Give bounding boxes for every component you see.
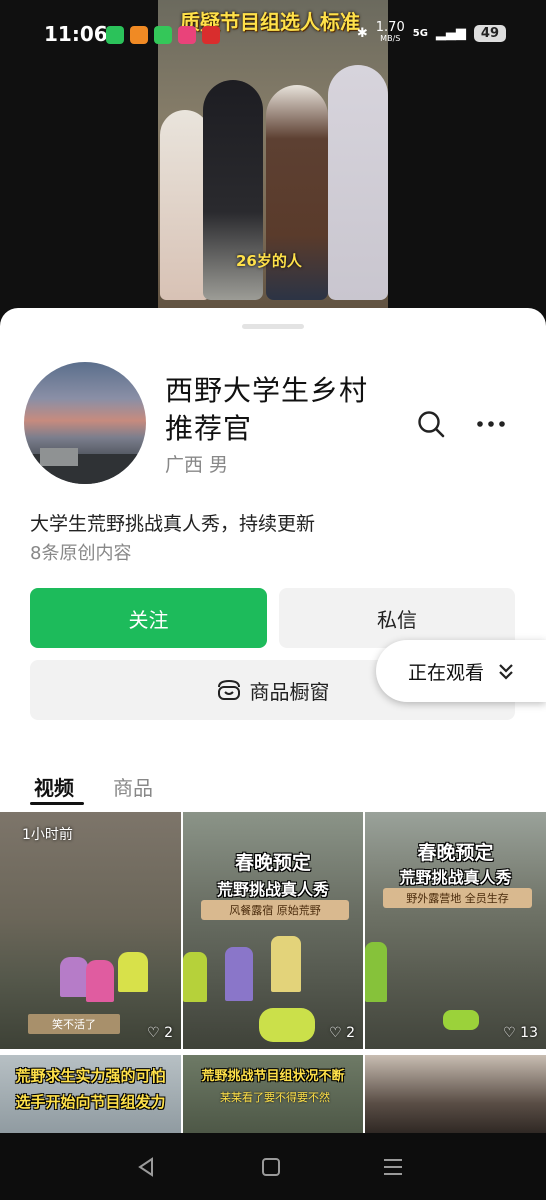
video-frame: 质疑节目组选人标准 26岁的人 bbox=[158, 0, 388, 330]
shop-window-label: 商品橱窗 bbox=[249, 679, 330, 704]
person-figure bbox=[225, 947, 253, 1001]
person-figure bbox=[259, 1008, 315, 1042]
active-tab-indicator bbox=[30, 802, 84, 805]
follow-button[interactable]: 关注 bbox=[30, 588, 267, 648]
video-thumbnail[interactable]: 春晚预定 荒野挑战真人秀 野外露营地 全员生存 ♡ 13 bbox=[365, 812, 546, 1049]
person-figure bbox=[271, 936, 301, 992]
status-time: 11:06 bbox=[44, 22, 108, 46]
post-time-badge: 1小时前 bbox=[22, 827, 73, 843]
app-notification-icon bbox=[202, 26, 220, 44]
network-speed: 1.70 MB/S bbox=[375, 20, 405, 44]
wechat-icon bbox=[106, 26, 124, 44]
thumbnail-headline: 荒野挑战节目组状况不断 bbox=[201, 1069, 345, 1084]
avatar[interactable] bbox=[24, 362, 146, 484]
person-figure bbox=[86, 960, 114, 1002]
video-subtitle: 26岁的人 bbox=[236, 252, 302, 270]
home-icon[interactable] bbox=[261, 1158, 281, 1176]
back-icon[interactable] bbox=[136, 1157, 156, 1177]
status-indicators: ✱ 1.70 MB/S 5G ▂▄▆ 49 bbox=[356, 20, 506, 44]
thumbnail-tag: 风餐露宿 原始荒野 bbox=[201, 900, 349, 920]
person-figure bbox=[365, 942, 387, 1002]
thumbnail-tag: 某某看了要不得要不然 bbox=[220, 1091, 330, 1104]
chevron-double-down-icon bbox=[499, 664, 513, 680]
battery-indicator: 49 bbox=[473, 24, 506, 42]
app-notification-icon bbox=[178, 26, 196, 44]
shop-window-icon bbox=[217, 679, 240, 700]
sheet-drag-handle[interactable] bbox=[242, 324, 304, 329]
menu-icon[interactable] bbox=[382, 1157, 404, 1177]
original-content-count[interactable]: 8条原创内容 bbox=[30, 539, 131, 565]
bluetooth-icon: ✱ bbox=[356, 25, 368, 41]
system-navigation-bar bbox=[0, 1133, 546, 1200]
avatar-building bbox=[40, 448, 78, 466]
profile-bio: 大学生荒野挑战真人秀，持续更新 bbox=[30, 513, 316, 535]
person-figure bbox=[118, 952, 148, 992]
search-icon[interactable] bbox=[416, 409, 446, 439]
person-figure bbox=[443, 1010, 479, 1030]
thumbnail-headline: 春晚预定 bbox=[234, 852, 311, 874]
network-speed-unit: MB/S bbox=[380, 34, 401, 43]
now-watching-label: 正在观看 bbox=[407, 661, 484, 684]
like-count-value: 13 bbox=[520, 1025, 538, 1041]
thumbnail-subheadline: 荒野挑战真人秀 bbox=[216, 880, 329, 899]
thumbnail-inset-text: 笑不活了 bbox=[28, 1014, 120, 1034]
tab-videos[interactable]: 视频 bbox=[34, 772, 74, 801]
person-figure bbox=[183, 952, 207, 1002]
thumbnail-headline: 春晚预定 bbox=[417, 842, 494, 864]
signal-type: 5G bbox=[412, 27, 428, 39]
like-count: ♡ 13 bbox=[503, 1025, 538, 1041]
profile-sheet: 西野大学生乡村推荐官 广西 男 大学生荒野挑战真人秀，持续更新 8条原创内容 关… bbox=[0, 308, 546, 1200]
thumbnail-headline: 荒野求生实力强的可怕 bbox=[15, 1067, 166, 1085]
now-watching-button[interactable]: 正在观看 bbox=[376, 640, 546, 702]
person-figure bbox=[60, 957, 88, 997]
video-thumbnail[interactable]: 春晚预定 荒野挑战真人秀 风餐露宿 原始荒野 ♡ 2 bbox=[183, 812, 363, 1049]
network-speed-value: 1.70 bbox=[375, 20, 405, 35]
person-figure bbox=[328, 65, 388, 300]
like-count: ♡ 2 bbox=[147, 1025, 173, 1041]
like-count: ♡ 2 bbox=[329, 1025, 355, 1041]
video-thumbnail[interactable]: 荒野挑战节目组状况不断 某某看了要不得要不然 bbox=[183, 1055, 363, 1135]
profile-name: 西野大学生乡村推荐官 bbox=[165, 374, 369, 445]
video-thumbnail[interactable] bbox=[365, 1055, 546, 1135]
thumbnail-subheadline: 选手开始向节目组发力 bbox=[15, 1093, 166, 1111]
thumbnail-subheadline: 荒野挑战真人秀 bbox=[399, 868, 512, 887]
video-thumbnail[interactable]: 荒野求生实力强的可怕 选手开始向节目组发力 bbox=[0, 1055, 181, 1135]
app-notification-icon bbox=[130, 26, 148, 44]
message-icon bbox=[154, 26, 172, 44]
like-count-value: 2 bbox=[346, 1025, 355, 1041]
message-button[interactable]: 私信 bbox=[279, 588, 515, 648]
video-thumbnail[interactable]: 1小时前 笑不活了 ♡ 2 bbox=[0, 812, 181, 1049]
thumbnail-tag: 野外露营地 全员生存 bbox=[383, 888, 532, 908]
like-count-value: 2 bbox=[164, 1025, 173, 1041]
background-video[interactable]: 质疑节目组选人标准 26岁的人 bbox=[0, 0, 546, 330]
profile-location: 广西 男 bbox=[165, 454, 229, 476]
signal-icon: ▂▄▆ bbox=[435, 25, 466, 41]
tab-products[interactable]: 商品 bbox=[113, 772, 153, 801]
more-options-icon[interactable] bbox=[474, 409, 508, 439]
thumbnail-image bbox=[365, 1055, 546, 1135]
